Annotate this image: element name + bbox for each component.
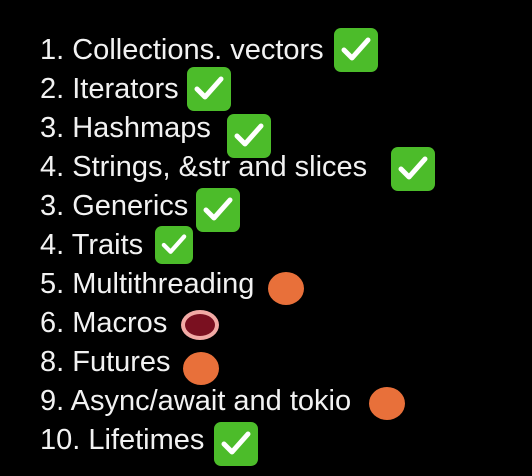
- check-mark-icon: [186, 67, 231, 111]
- list-item-generics: 3. Generics: [40, 188, 241, 232]
- check-mark-icon: [333, 28, 378, 72]
- orange-dot-icon: [369, 386, 406, 420]
- check-mark-icon: [155, 226, 194, 264]
- list-item-hashmaps: 3. Hashmaps: [40, 110, 271, 158]
- list-item-collections: 1. Collections. vectors: [40, 28, 378, 72]
- list-item-label: 4. Strings, &str and slices: [40, 151, 368, 183]
- list-item-traits: 4. Traits: [40, 226, 194, 264]
- list-item-macros: 6. Macros: [40, 305, 220, 341]
- list-item-label: 8. Futures: [40, 346, 171, 378]
- list-item-multithreading: 5. Multithreading: [40, 266, 305, 305]
- list-item-futures: 8. Futures: [40, 344, 219, 385]
- check-mark-icon: [391, 147, 436, 191]
- list-item-label: 4. Traits: [40, 229, 144, 261]
- list-item-label: 5. Multithreading: [40, 268, 255, 300]
- list-item-strings: 4. Strings, &str and slices: [40, 147, 436, 191]
- list-item-label: 9. Async/await and tokio: [40, 385, 352, 417]
- list-item-lifetimes: 10. Lifetimes: [40, 422, 259, 466]
- list-item-label: 10. Lifetimes: [40, 424, 205, 456]
- list-item-label: 2. Iterators: [40, 73, 179, 105]
- checklist-canvas: 1. Collections. vectors 2. Iterators 3. …: [0, 0, 532, 476]
- check-mark-icon: [214, 422, 259, 466]
- list-item-label: 1. Collections. vectors: [40, 34, 324, 66]
- list-item-label: 6. Macros: [40, 307, 168, 339]
- list-item-async-await: 9. Async/await and tokio: [40, 383, 406, 420]
- list-item-iterators: 2. Iterators: [40, 67, 231, 111]
- list-item-label: 3. Hashmaps: [40, 112, 211, 144]
- orange-dot-icon: [182, 351, 219, 385]
- orange-dot-icon: [268, 271, 305, 305]
- check-mark-icon: [196, 188, 241, 232]
- list-item-label: 3. Generics: [40, 190, 189, 222]
- red-ring-icon: [181, 310, 220, 340]
